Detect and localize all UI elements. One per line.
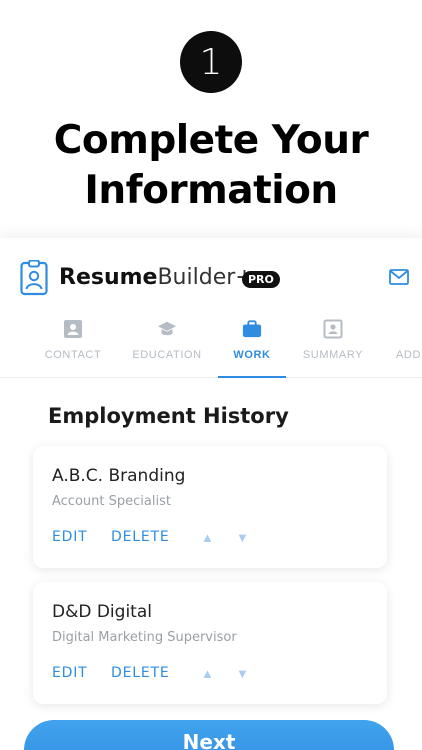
page-headline: Complete Your Information xyxy=(0,116,422,216)
info-icon xyxy=(0,319,1,339)
move-up-icon[interactable]: ▲ xyxy=(201,666,214,681)
briefcase-icon xyxy=(242,320,262,338)
section-title: Employment History xyxy=(48,404,289,428)
tab-label: WORK xyxy=(233,349,271,361)
tab-info[interactable]: O xyxy=(0,316,12,378)
section-tabs: O CONTACT EDUCATION WORK xyxy=(0,316,422,378)
tab-education[interactable]: EDUCATION xyxy=(126,316,208,378)
tab-label: ADD xyxy=(396,349,422,361)
app-title-bold: Resume xyxy=(59,265,158,290)
tab-label: SUMMARY xyxy=(302,349,364,361)
tab-summary[interactable]: SUMMARY xyxy=(298,316,368,378)
app-title-light: Builder+ xyxy=(157,265,254,290)
graduation-cap-icon xyxy=(157,321,177,336)
tab-work[interactable]: WORK xyxy=(218,316,286,378)
job-role: Account Specialist xyxy=(52,494,171,509)
edit-button[interactable]: EDIT xyxy=(52,665,88,681)
move-down-icon[interactable]: ▼ xyxy=(236,666,249,681)
job-card: A.B.C. Branding Account Specialist EDIT … xyxy=(33,446,387,568)
active-tab-indicator xyxy=(218,376,286,378)
resume-logo-icon xyxy=(20,260,48,296)
next-button[interactable]: Next xyxy=(24,720,394,750)
tab-label: O xyxy=(0,349,12,361)
job-company: D&D Digital xyxy=(52,602,152,622)
pro-badge: PRO xyxy=(242,271,280,288)
delete-button[interactable]: DELETE xyxy=(111,529,169,545)
job-company: A.B.C. Branding xyxy=(52,466,186,486)
step-number-badge: 1 xyxy=(180,31,242,93)
job-card: D&D Digital Digital Marketing Supervisor… xyxy=(33,582,387,704)
tab-label: CONTACT xyxy=(44,349,102,361)
tab-add[interactable]: ADD xyxy=(390,316,422,378)
delete-button[interactable]: DELETE xyxy=(111,665,169,681)
app-title: ResumeBuilder+ xyxy=(59,265,254,290)
app-screen: ResumeBuilder+ PRO O CONTACT xyxy=(0,238,422,750)
app-header: ResumeBuilder+ PRO xyxy=(0,238,422,318)
headline-line-1: Complete Your xyxy=(53,118,369,163)
move-up-icon[interactable]: ▲ xyxy=(201,530,214,545)
job-role: Digital Marketing Supervisor xyxy=(52,630,237,645)
contact-card-icon xyxy=(64,320,82,338)
edit-button[interactable]: EDIT xyxy=(52,529,88,545)
headline-line-2: Information xyxy=(84,168,338,213)
tab-label: EDUCATION xyxy=(132,349,202,361)
summary-icon xyxy=(323,319,343,339)
move-down-icon[interactable]: ▼ xyxy=(236,530,249,545)
tab-contact[interactable]: CONTACT xyxy=(38,316,108,378)
mail-icon[interactable] xyxy=(389,269,409,285)
